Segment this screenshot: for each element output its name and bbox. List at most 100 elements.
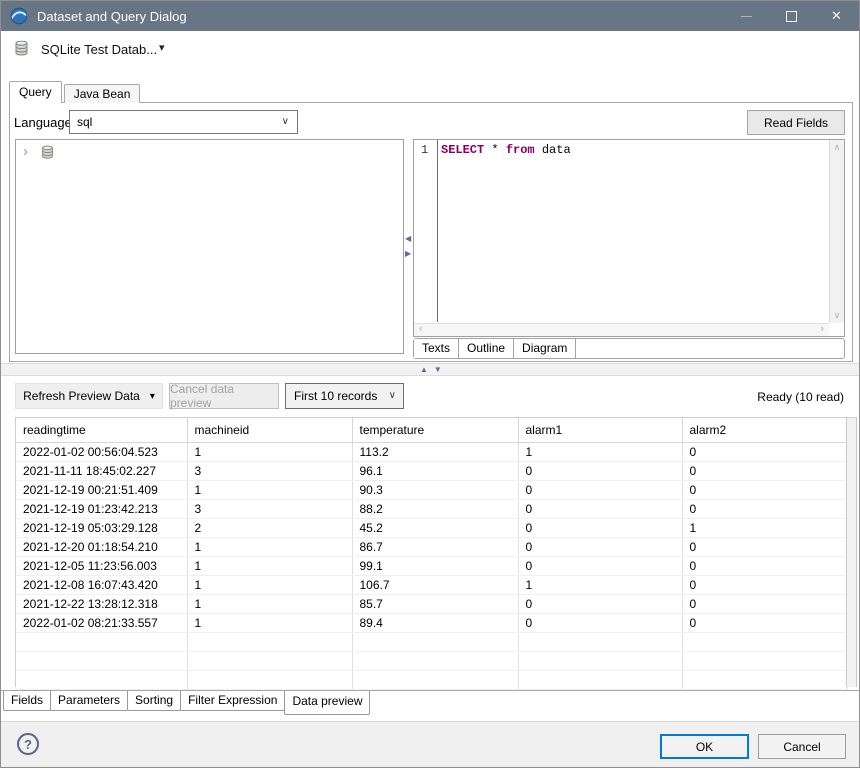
sql-editor[interactable]: 1 SELECT * from data ∧ ∨ ‹ › [413,139,845,337]
table-cell: 85.7 [352,594,518,613]
empty-cell [16,632,187,651]
column-header[interactable]: readingtime [16,418,187,442]
horizontal-splitter[interactable]: ▲▼ [1,363,860,376]
preview-table-header-row: readingtimemachineidtemperaturealarm1ala… [16,418,847,442]
table-cell: 0 [518,518,682,537]
tab-fields[interactable]: Fields [3,691,51,711]
table-cell: 2021-12-19 00:21:51.409 [16,480,187,499]
tab-texts[interactable]: Texts [414,339,459,358]
table-row[interactable]: 2022-01-02 08:21:33.557189.400 [16,613,847,632]
chevron-down-icon: ∨ [282,116,289,127]
table-row[interactable]: 2021-12-05 11:23:56.003199.100 [16,556,847,575]
titlebar[interactable]: Dataset and Query Dialog ✕ [1,1,859,31]
tab-outline[interactable]: Outline [459,339,514,358]
table-cell: 1 [187,613,352,632]
maximize-button[interactable] [769,1,814,31]
column-header[interactable]: alarm2 [682,418,847,442]
column-header[interactable]: alarm1 [518,418,682,442]
chevron-down-icon: ▾ [150,391,155,402]
table-cell: 1 [187,480,352,499]
table-row[interactable]: 2021-12-19 01:23:42.213388.200 [16,499,847,518]
tab-query[interactable]: Query [9,81,62,103]
table-row[interactable]: 2021-11-11 18:45:02.227396.100 [16,461,847,480]
empty-cell [518,651,682,670]
table-cell: 2021-12-19 05:03:29.128 [16,518,187,537]
scroll-down-icon[interactable]: ∨ [830,310,844,321]
refresh-preview-button[interactable]: Refresh Preview Data ▾ [15,383,163,409]
tab-data-preview[interactable]: Data preview [284,691,370,715]
table-row[interactable]: 2022-01-02 00:56:04.5231113.210 [16,442,847,461]
tab-parameters[interactable]: Parameters [50,691,128,711]
ok-button[interactable]: OK [660,734,749,759]
sql-code-line[interactable]: SELECT * from data [441,143,571,157]
scroll-right-icon[interactable]: › [820,323,824,335]
adapter-dropdown-icon[interactable]: ▾ [159,41,165,54]
table-cell: 0 [518,499,682,518]
read-fields-button[interactable]: Read Fields [747,110,845,135]
maximize-icon [786,11,797,22]
splitter-updown-icons[interactable]: ▲▼ [420,365,448,374]
vertical-splitter[interactable]: ◀ ▶ [404,139,413,354]
table-row[interactable]: 2021-12-08 16:07:43.4201106.710 [16,575,847,594]
tab-filter-expression[interactable]: Filter Expression [180,691,285,711]
table-cell: 1 [187,442,352,461]
table-row[interactable]: 2021-12-22 13:28:12.318185.700 [16,594,847,613]
scroll-left-icon[interactable]: ‹ [419,323,423,335]
tab-sorting[interactable]: Sorting [127,691,181,711]
table-row[interactable]: 2021-12-20 01:18:54.210186.700 [16,537,847,556]
language-select[interactable]: sql ∨ [69,110,298,134]
cancel-data-preview-button[interactable]: Cancel data preview [169,383,279,409]
database-icon [13,40,30,57]
editor-vertical-scrollbar[interactable]: ∧ ∨ [829,140,844,323]
minimize-button[interactable] [724,1,769,31]
data-adapter-name[interactable]: SQLite Test Datab... [41,42,157,57]
empty-cell [16,670,187,689]
table-row[interactable]: 2021-12-19 05:03:29.128245.201 [16,518,847,537]
empty-cell [187,632,352,651]
table-vertical-scrollbar[interactable] [846,418,857,687]
tree-expander-icon[interactable]: › [23,143,28,160]
table-cell: 1 [518,442,682,461]
records-count-select[interactable]: First 10 records ∨ [285,383,404,409]
editor-view-tab-bar: Texts Outline Diagram [413,338,845,359]
table-cell: 2021-12-22 13:28:12.318 [16,594,187,613]
cancel-button[interactable]: Cancel [758,734,846,759]
column-header[interactable]: temperature [352,418,518,442]
close-button[interactable]: ✕ [814,1,859,31]
sql-token: data [535,143,571,157]
editor-caret-line [437,140,438,322]
table-cell: 113.2 [352,442,518,461]
table-cell: 0 [682,442,847,461]
table-cell: 0 [518,613,682,632]
scroll-up-icon[interactable]: ∧ [830,142,844,153]
table-cell: 45.2 [352,518,518,537]
empty-cell [682,632,847,651]
column-header[interactable]: machineid [187,418,352,442]
sql-token: from [506,143,535,157]
table-cell: 96.1 [352,461,518,480]
sql-token: * [484,143,506,157]
main-tab-bar: Query Java Bean [9,81,142,103]
tab-diagram[interactable]: Diagram [514,339,576,358]
minimize-icon [741,16,752,17]
schema-tree-panel[interactable]: › [15,139,404,354]
table-cell: 2 [187,518,352,537]
collapse-right-icon[interactable]: ▶ [405,249,411,258]
preview-toolbar: Refresh Preview Data ▾ Cancel data previ… [1,376,860,417]
editor-horizontal-scrollbar[interactable]: ‹ › [414,323,829,336]
table-cell: 3 [187,461,352,480]
help-button[interactable]: ? [17,733,39,755]
table-row[interactable]: 2021-12-19 00:21:51.409190.300 [16,480,847,499]
empty-cell [16,651,187,670]
table-cell: 1 [187,575,352,594]
data-adapter-row: SQLite Test Datab... ▾ [1,31,859,79]
language-label: Language [14,115,72,130]
table-cell: 2022-01-02 00:56:04.523 [16,442,187,461]
collapse-left-icon[interactable]: ◀ [405,234,411,243]
table-cell: 88.2 [352,499,518,518]
table-cell: 0 [518,461,682,480]
empty-cell [352,670,518,689]
tab-java-bean[interactable]: Java Bean [64,84,141,103]
refresh-preview-label: Refresh Preview Data [23,389,140,403]
table-cell: 1 [187,594,352,613]
